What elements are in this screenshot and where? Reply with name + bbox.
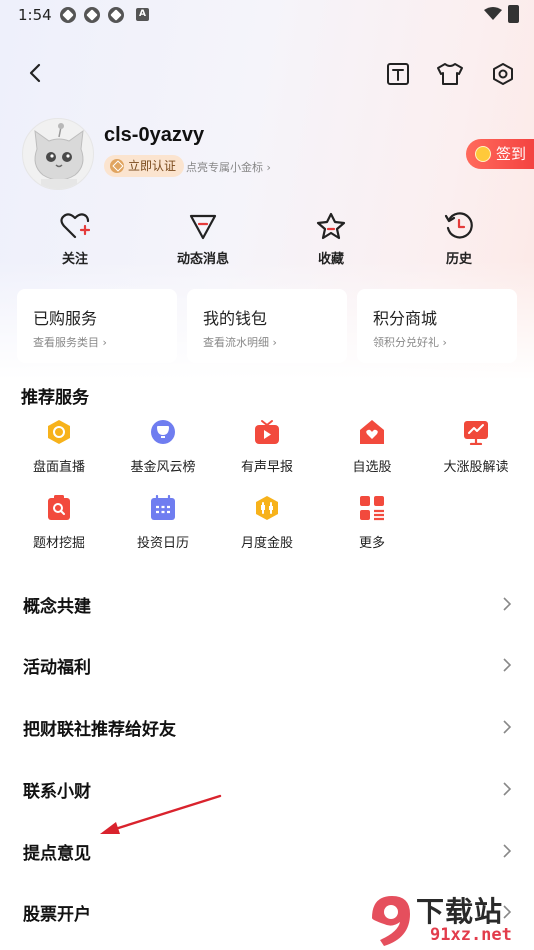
notification-letter-icon: A xyxy=(136,8,149,21)
house-heart-icon xyxy=(360,420,384,444)
chevron-right-icon xyxy=(503,720,512,734)
heart-plus-icon xyxy=(60,213,90,239)
watermark-brand: 下载站 xyxy=(416,895,504,928)
quick-action-favorites[interactable]: 收藏 xyxy=(291,210,371,267)
service-theme-mining[interactable]: 题材挖掘 xyxy=(4,494,114,551)
calendar-icon xyxy=(151,495,175,520)
grid-more-icon xyxy=(360,496,384,521)
card-title: 积分商城 xyxy=(373,309,438,328)
quick-action-label: 关注 xyxy=(61,252,88,267)
menu-item-label: 概念共建 xyxy=(23,597,91,617)
quick-action-label: 动态消息 xyxy=(176,252,229,267)
avatar[interactable] xyxy=(22,118,94,190)
text-box-icon xyxy=(387,63,409,85)
gold-badge-link[interactable]: 点亮专属小金标 › xyxy=(186,159,271,175)
card-subtitle: 查看流水明细 › xyxy=(203,336,277,349)
tv-play-icon xyxy=(255,420,279,444)
checkin-label: 签到 xyxy=(496,145,527,163)
back-arrow-icon xyxy=(29,63,41,83)
tshirt-icon xyxy=(437,63,463,85)
status-time: 1:54 xyxy=(18,6,52,24)
username: cls-0yazvy xyxy=(104,124,205,146)
service-label: 大涨股解读 xyxy=(443,460,509,475)
app-notification-icon xyxy=(60,7,76,23)
quick-action-follow[interactable]: 关注 xyxy=(35,210,115,267)
watermark-url: 91xz.net xyxy=(430,925,512,945)
message-icon xyxy=(189,214,217,240)
quick-action-label: 收藏 xyxy=(317,252,344,267)
gold-hexagon-icon xyxy=(256,496,278,520)
back-button[interactable] xyxy=(20,57,52,89)
text-size-button[interactable] xyxy=(382,58,414,90)
quick-action-history[interactable]: 历史 xyxy=(419,210,499,267)
battery-icon xyxy=(508,5,519,23)
diamond-icon xyxy=(110,159,124,173)
menu-item-label: 股票开户 xyxy=(23,905,91,925)
service-label: 月度金股 xyxy=(240,536,293,551)
cat-avatar-icon xyxy=(34,123,84,189)
menu-item-label: 活动福利 xyxy=(23,658,91,678)
chevron-right-icon xyxy=(503,844,512,858)
menu-item-label: 提点意见 xyxy=(23,844,91,864)
service-label: 更多 xyxy=(358,536,385,551)
service-surge-stock-analysis[interactable]: 大涨股解读 xyxy=(421,418,531,475)
card-subtitle: 领积分兑好礼 › xyxy=(373,336,447,349)
checkin-button[interactable]: 签到 xyxy=(466,139,534,169)
annotation-arrow-icon xyxy=(100,794,222,834)
verify-badge[interactable]: 立即认证 xyxy=(104,155,185,177)
service-label: 题材挖掘 xyxy=(32,536,85,551)
service-watchlist[interactable]: 自选股 xyxy=(317,418,427,475)
section-title-services: 推荐服务 xyxy=(21,388,89,408)
service-label: 投资日历 xyxy=(136,536,189,551)
service-investment-calendar[interactable]: 投资日历 xyxy=(108,494,218,551)
chart-board-icon xyxy=(464,421,488,445)
card-purchased-services[interactable]: 已购服务 查看服务类目 › xyxy=(17,289,177,363)
card-subtitle: 查看服务类目 › xyxy=(33,336,107,349)
card-points-mall[interactable]: 积分商城 领积分兑好礼 › xyxy=(357,289,517,363)
menu-item-concept-cobuild[interactable]: 概念共建 xyxy=(0,574,534,636)
service-label: 有声早报 xyxy=(240,460,293,475)
gear-icon xyxy=(493,63,513,85)
app-notification-icon xyxy=(84,7,100,23)
quick-action-messages[interactable]: 动态消息 xyxy=(163,210,243,267)
menu-item-contact-support[interactable]: 联系小财 xyxy=(0,759,534,821)
card-wallet[interactable]: 我的钱包 查看流水明细 › xyxy=(187,289,347,363)
app-notification-icon xyxy=(108,7,124,23)
menu-item-label: 联系小财 xyxy=(23,782,91,802)
verify-label: 立即认证 xyxy=(128,159,177,173)
chevron-right-icon xyxy=(503,658,512,672)
service-more[interactable]: 更多 xyxy=(317,494,427,551)
status-bar: 1:54 A xyxy=(0,0,534,30)
theme-skin-button[interactable] xyxy=(434,58,466,90)
card-title: 我的钱包 xyxy=(203,309,268,328)
clock-history-icon xyxy=(444,212,473,239)
live-disk-icon xyxy=(48,420,70,444)
trophy-icon xyxy=(151,420,175,444)
quick-action-label: 历史 xyxy=(445,252,472,267)
star-icon xyxy=(316,212,346,240)
service-label: 盘面直播 xyxy=(32,460,85,475)
service-audio-briefing[interactable]: 有声早报 xyxy=(212,418,322,475)
coin-icon xyxy=(475,146,491,162)
service-fund-ranking[interactable]: 基金风云榜 xyxy=(108,418,218,475)
service-label: 自选股 xyxy=(352,460,392,475)
menu-item-recommend-friends[interactable]: 把财联社推荐给好友 xyxy=(0,697,534,759)
wifi-icon xyxy=(484,7,502,20)
chevron-right-icon xyxy=(503,782,512,796)
service-label: 基金风云榜 xyxy=(130,460,196,475)
menu-item-feedback[interactable]: 提点意见 xyxy=(0,821,534,883)
service-monthly-gold-stocks[interactable]: 月度金股 xyxy=(212,494,322,551)
clipboard-search-icon xyxy=(48,495,70,520)
menu-item-activity-benefits[interactable]: 活动福利 xyxy=(0,635,534,697)
service-live-disk[interactable]: 盘面直播 xyxy=(4,418,114,475)
card-title: 已购服务 xyxy=(33,309,98,328)
chevron-right-icon xyxy=(503,597,512,611)
settings-button[interactable] xyxy=(487,58,519,90)
menu-item-label: 把财联社推荐给好友 xyxy=(23,720,176,740)
